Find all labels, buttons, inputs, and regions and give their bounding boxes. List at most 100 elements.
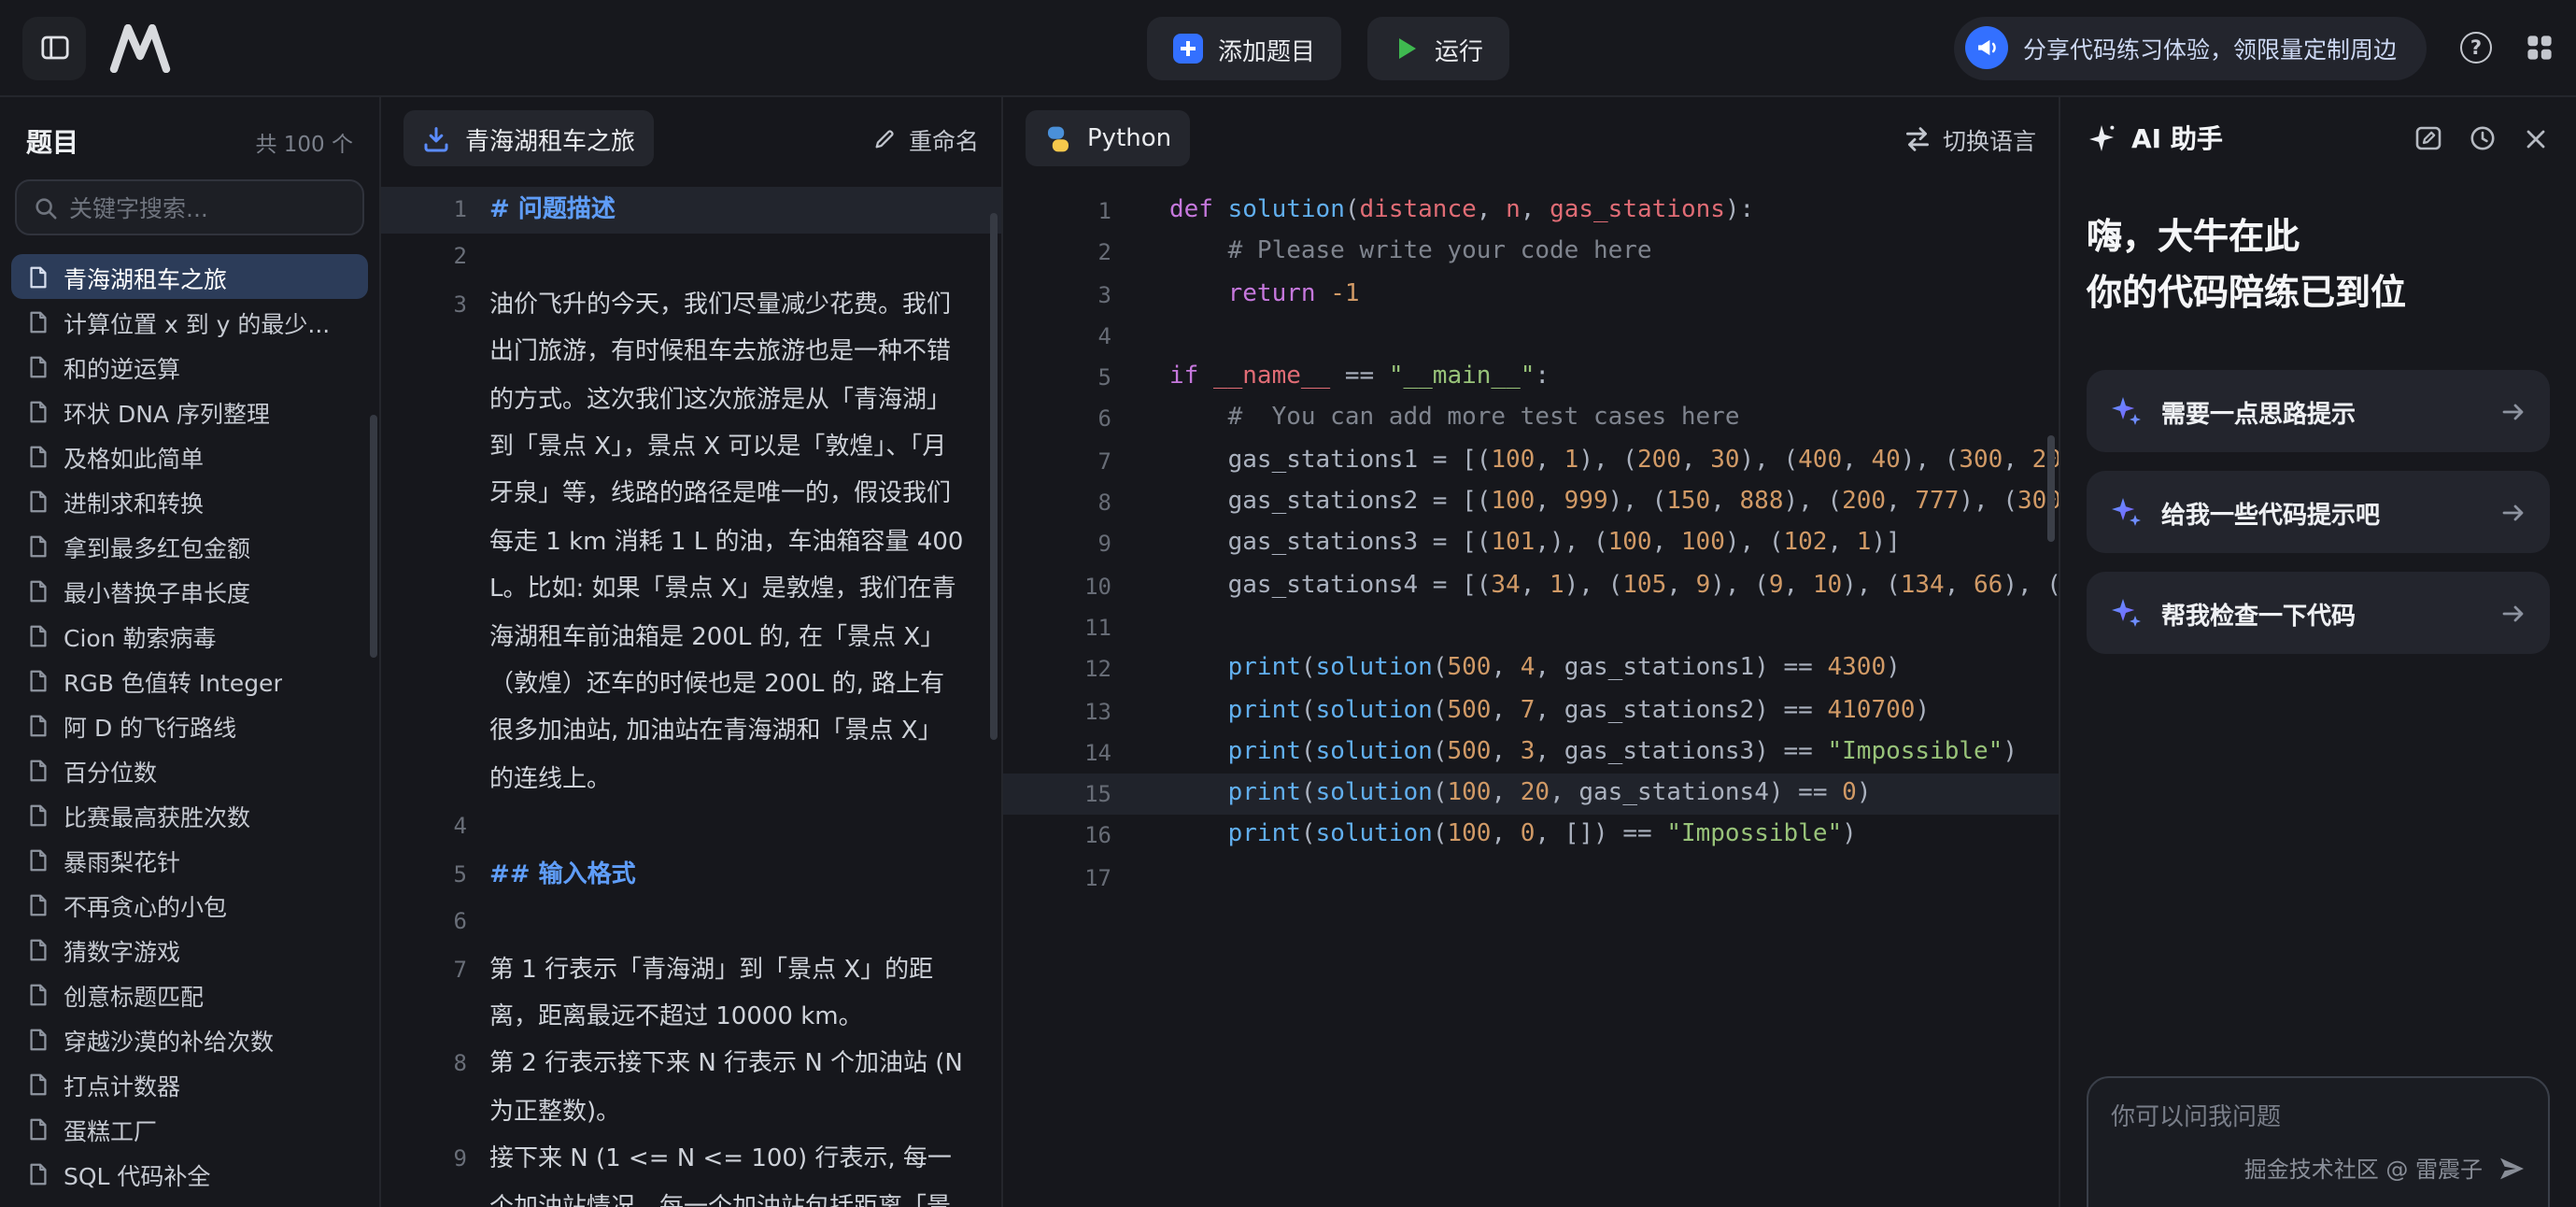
code-editor[interactable]: 1def solution(distance, n, gas_stations)…	[1003, 179, 2059, 1207]
markdown-line[interactable]: 6	[381, 899, 1001, 946]
sidebar-item[interactable]: 创意标题匹配	[11, 972, 368, 1016]
sidebar-item[interactable]: 暴雨梨花针	[11, 837, 368, 882]
sidebar-item[interactable]: 计算位置 x 到 y 的最少...	[11, 299, 368, 344]
code-line[interactable]: 14 print(solution(500, 3, gas_stations3)…	[1003, 732, 2059, 774]
sidebar-item[interactable]: SQL 代码补全	[11, 1151, 368, 1196]
help-icon[interactable]	[2460, 32, 2492, 64]
apps-grid-icon[interactable]	[2526, 34, 2554, 62]
code-line[interactable]: 12 print(solution(500, 4, gas_stations1)…	[1003, 649, 2059, 691]
rename-button[interactable]: 重命名	[873, 121, 979, 156]
sidebar-item[interactable]: RGB 色值转 Integer	[11, 658, 368, 703]
sidebar-item[interactable]: Cion 勒索病毒	[11, 613, 368, 658]
sidebar-item[interactable]: 拿到最多红包金额	[11, 523, 368, 568]
run-button[interactable]: 运行	[1367, 17, 1509, 80]
code-line[interactable]: 4	[1003, 316, 2059, 358]
ai-chat-box[interactable]: 你可以问我问题 掘金技术社区 @ 雷震子	[2087, 1076, 2550, 1207]
markdown-line[interactable]: 3油价飞升的今天，我们尽量减少花费。我们出门旅游，有时候租车去旅游也是一种不错的…	[381, 282, 1001, 804]
document-icon	[26, 354, 50, 378]
python-icon	[1044, 124, 1072, 152]
problem-editor[interactable]: 1# 问题描述23油价飞升的今天，我们尽量减少花费。我们出门旅游，有时候租车去旅…	[381, 179, 1001, 1207]
history-icon[interactable]	[2468, 123, 2498, 153]
markdown-line[interactable]: 7第 1 行表示「青海湖」到「景点 X」的距离，距离最远不超过 10000 km…	[381, 946, 1001, 1042]
arrow-right-icon	[2499, 397, 2527, 425]
document-icon	[26, 713, 50, 737]
add-problem-button[interactable]: 添加题目	[1147, 17, 1341, 80]
problem-panel: 青海湖租车之旅 重命名 1# 问题描述23油价飞升的今天，我们尽量减少花费。我们…	[381, 97, 1003, 1207]
play-icon	[1394, 36, 1420, 62]
code-line[interactable]: 10 gas_stations4 = [(34, 1), (105, 9), (…	[1003, 565, 2059, 607]
ai-suggestion-card[interactable]: 给我一些代码提示吧	[2087, 471, 2550, 553]
sidebar-item[interactable]: 蛋糕工厂	[11, 1106, 368, 1151]
problem-title-chip: 青海湖租车之旅	[403, 110, 654, 166]
sidebar-item[interactable]: 猜数字游戏	[11, 927, 368, 972]
send-icon[interactable]	[2498, 1155, 2526, 1183]
document-icon	[26, 847, 50, 872]
sparkle-gradient-icon	[2109, 394, 2143, 428]
marscode-logo	[108, 23, 172, 72]
document-icon	[26, 937, 50, 961]
language-chip[interactable]: Python	[1026, 110, 1190, 166]
markdown-line[interactable]: 5## 输入格式	[381, 851, 1001, 899]
ai-suggestion-card[interactable]: 帮我检查一下代码	[2087, 572, 2550, 654]
code-line[interactable]: 15 print(solution(100, 20, gas_stations4…	[1003, 774, 2059, 816]
close-icon[interactable]	[2522, 124, 2550, 152]
sidebar-item[interactable]: 阿 D 的飞行路线	[11, 703, 368, 747]
sidebar-item[interactable]: 不再贪心的小包	[11, 882, 368, 927]
code-line[interactable]: 1def solution(distance, n, gas_stations)…	[1003, 191, 2059, 233]
problem-scrollbar[interactable]	[990, 213, 998, 740]
problem-file-icon	[422, 124, 450, 152]
plus-icon	[1173, 34, 1203, 64]
sidebar-item[interactable]: 青海湖租车之旅	[11, 254, 368, 299]
markdown-line[interactable]: 1# 问题描述	[381, 187, 1001, 234]
code-line[interactable]: 2 # Please write your code here	[1003, 233, 2059, 275]
sidebar-item[interactable]: 环状 DNA 序列整理	[11, 389, 368, 433]
arrow-right-icon	[2499, 498, 2527, 526]
document-icon	[26, 982, 50, 1006]
pencil-icon	[873, 126, 898, 150]
sidebar-item[interactable]: 穿越沙漠的补给次数	[11, 1016, 368, 1061]
document-icon	[26, 399, 50, 423]
code-line[interactable]: 16 print(solution(100, 0, []) == "Imposs…	[1003, 816, 2059, 858]
code-line[interactable]: 17	[1003, 858, 2059, 900]
switch-language-label: 切换语言	[1943, 121, 2036, 156]
sidebar-toggle-button[interactable]	[22, 16, 86, 79]
document-icon	[26, 802, 50, 827]
sidebar-item[interactable]: 进制求和转换	[11, 478, 368, 523]
sidebar-item[interactable]: 百分位数	[11, 747, 368, 792]
code-line[interactable]: 6 # You can add more test cases here	[1003, 399, 2059, 441]
code-line[interactable]: 8 gas_stations2 = [(100, 999), (150, 888…	[1003, 482, 2059, 524]
share-banner[interactable]: 分享代码练习体验，领限量定制周边	[1954, 16, 2427, 79]
ai-chat-input[interactable]: 你可以问我问题	[2111, 1097, 2526, 1132]
code-line[interactable]: 3 return -1	[1003, 274, 2059, 316]
switch-language-button[interactable]: 切换语言	[1904, 121, 2036, 156]
sidebar-item[interactable]: 打点计数器	[11, 1061, 368, 1106]
language-label: Python	[1087, 124, 1171, 152]
sidebar-item[interactable]: 最小替换子串长度	[11, 568, 368, 613]
sidebar-scrollbar[interactable]	[370, 415, 377, 658]
code-line[interactable]: 13 print(solution(500, 7, gas_stations2)…	[1003, 690, 2059, 732]
markdown-line[interactable]: 9接下来 N (1 <= N <= 100) 行表示, 每一个加油站情况。每一个…	[381, 1136, 1001, 1207]
document-icon	[26, 668, 50, 692]
search-box[interactable]	[15, 179, 364, 235]
code-line[interactable]: 11	[1003, 607, 2059, 649]
code-line[interactable]: 5if __name__ == "__main__":	[1003, 357, 2059, 399]
sidebar-item[interactable]: 叠盘子	[11, 1196, 368, 1207]
sidebar-item[interactable]: 和的逆运算	[11, 344, 368, 389]
document-icon	[26, 758, 50, 782]
document-icon	[26, 1072, 50, 1096]
markdown-line[interactable]: 4	[381, 804, 1001, 852]
markdown-line[interactable]: 2	[381, 234, 1001, 282]
code-scrollbar[interactable]	[2047, 435, 2055, 542]
sidebar-item[interactable]: 比赛最高获胜次数	[11, 792, 368, 837]
problem-count: 共 100 个	[255, 129, 353, 159]
search-input[interactable]	[69, 193, 346, 221]
new-chat-icon[interactable]	[2413, 123, 2443, 153]
code-line[interactable]: 7 gas_stations1 = [(100, 1), (200, 30), …	[1003, 441, 2059, 483]
ai-suggestion-card[interactable]: 需要一点思路提示	[2087, 370, 2550, 452]
code-line[interactable]: 9 gas_stations3 = [(101,), (100, 100), (…	[1003, 524, 2059, 566]
add-problem-label: 添加题目	[1218, 31, 1315, 66]
sparkle-gradient-icon	[2109, 495, 2143, 529]
markdown-line[interactable]: 8第 2 行表示接下来 N 行表示 N 个加油站 (N 为正整数)。	[381, 1042, 1001, 1137]
sidebar-item[interactable]: 及格如此简单	[11, 433, 368, 478]
document-icon	[26, 623, 50, 647]
